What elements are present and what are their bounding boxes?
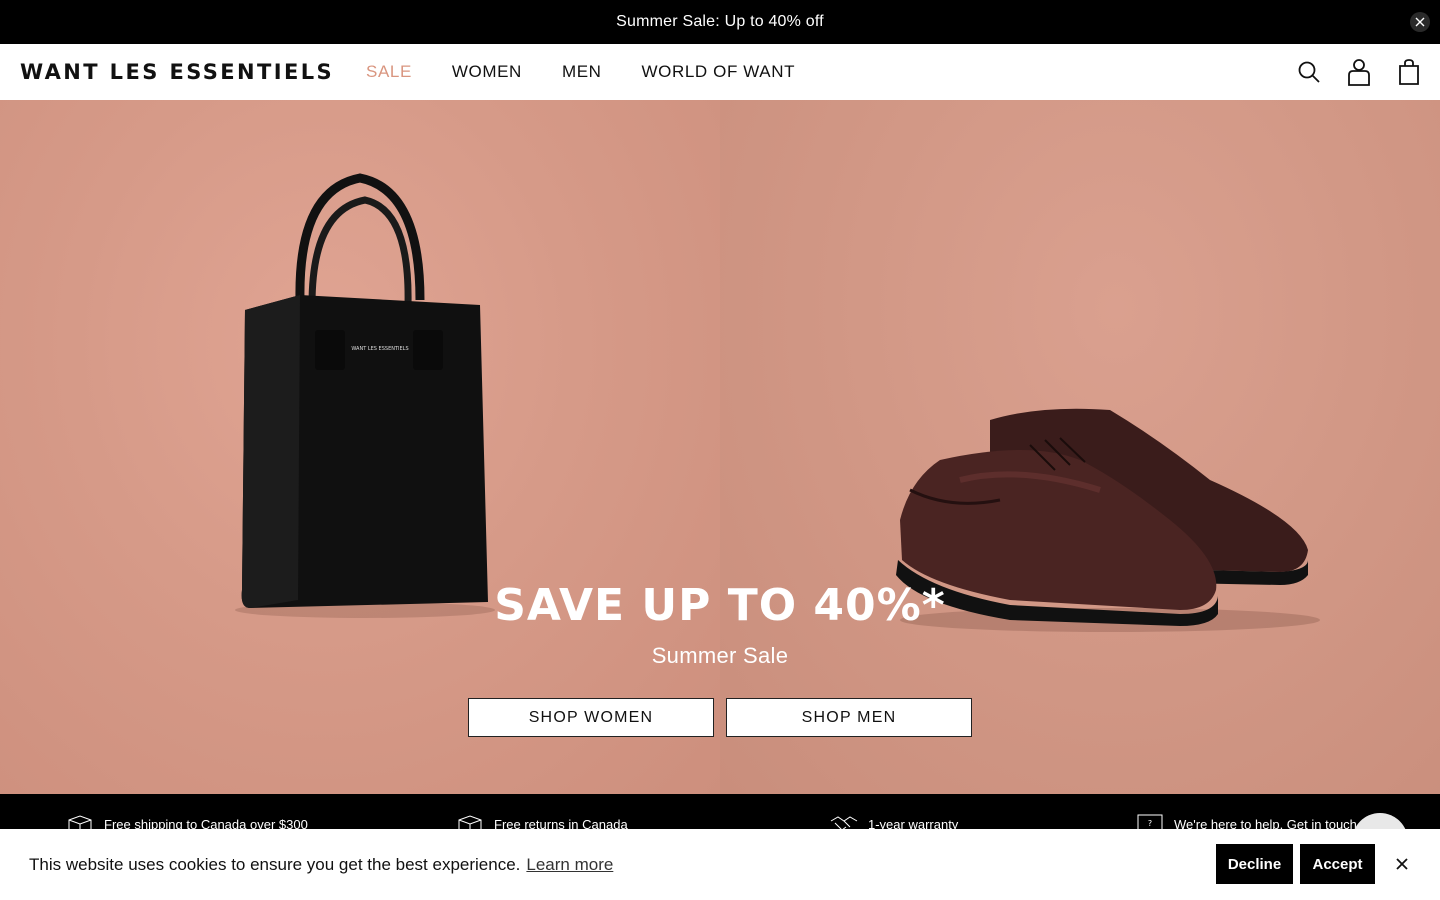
header-icons [1294, 56, 1424, 88]
cookie-actions: Decline Accept [1216, 844, 1416, 884]
cart-button[interactable] [1394, 56, 1424, 88]
close-icon [1396, 858, 1408, 870]
svg-text:?: ? [1148, 819, 1152, 828]
nav-item-men[interactable]: MEN [562, 62, 602, 82]
account-icon [1348, 59, 1370, 86]
shop-men-button[interactable]: SHOP MEN [726, 698, 972, 737]
cookie-close-button[interactable] [1388, 850, 1416, 878]
decline-button[interactable]: Decline [1216, 844, 1293, 884]
nav-item-world-of-want[interactable]: WORLD OF WANT [642, 62, 796, 82]
hero-banner: WANT LES ESSENTIELS SAVE UP TO 40%* Summ… [0, 100, 1440, 794]
shop-women-button[interactable]: SHOP WOMEN [468, 698, 714, 737]
tote-bag-image: WANT LES ESSENTIELS [235, 173, 495, 618]
search-button[interactable] [1294, 56, 1324, 88]
bag-brand-text: WANT LES ESSENTIELS [351, 346, 408, 352]
cookie-banner: This website uses cookies to ensure you … [0, 829, 1440, 900]
nav-item-sale[interactable]: SALE [366, 62, 412, 82]
site-header: WANT LES ESSENTIELS SALE WOMEN MEN WORLD… [0, 44, 1440, 100]
search-icon [1298, 61, 1320, 83]
bag-icon [1399, 59, 1419, 85]
learn-more-link[interactable]: Learn more [526, 855, 613, 875]
main-nav: SALE WOMEN MEN WORLD OF WANT [366, 62, 795, 82]
hero-buttons: SHOP WOMEN SHOP MEN [468, 698, 972, 737]
account-button[interactable] [1344, 56, 1374, 88]
perks-bar: Free shipping to Canada over $300 Free r… [0, 794, 1440, 834]
hero-text: SAVE UP TO 40%* Summer Sale [0, 580, 1440, 669]
hero-title: SAVE UP TO 40%* [494, 580, 946, 631]
announcement-bar: Summer Sale: Up to 40% off [0, 0, 1440, 44]
nav-item-women[interactable]: WOMEN [452, 62, 522, 82]
brand-logo[interactable]: WANT LES ESSENTIELS [20, 60, 334, 84]
announcement-close-button[interactable] [1410, 12, 1430, 32]
cookie-message: This website uses cookies to ensure you … [29, 854, 521, 874]
announcement-text: Summer Sale: Up to 40% off [616, 13, 824, 30]
accept-button[interactable]: Accept [1300, 844, 1375, 884]
close-icon [1415, 17, 1425, 27]
hero-subtitle: Summer Sale [651, 643, 789, 668]
